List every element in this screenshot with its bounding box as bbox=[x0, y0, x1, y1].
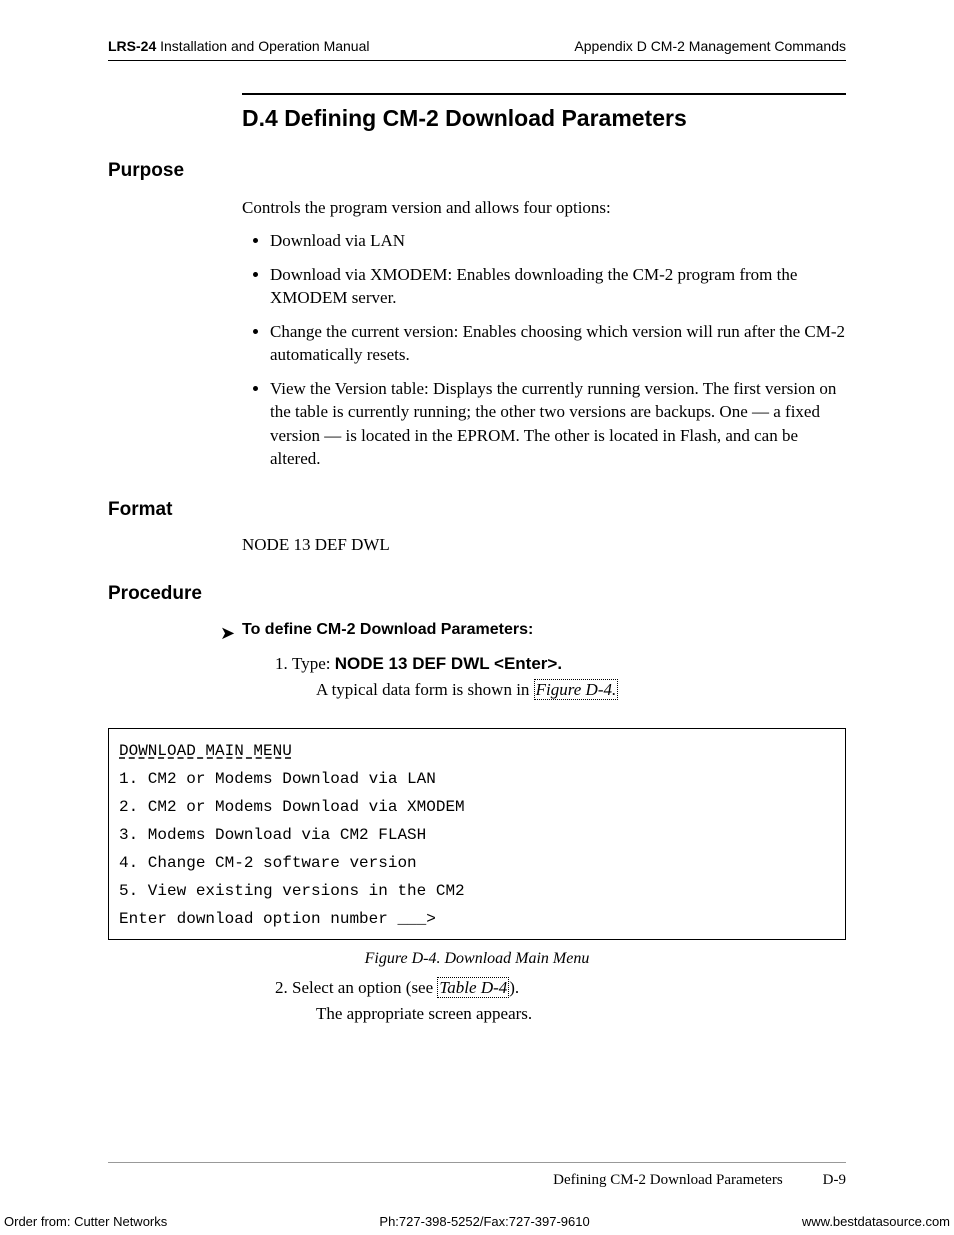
footer-phone: Ph:727-398-5252/Fax:727-397-9610 bbox=[379, 1214, 589, 1229]
list-item: View the Version table: Displays the cur… bbox=[270, 377, 846, 471]
list-item: Download via XMODEM: Enables downloading… bbox=[270, 263, 846, 310]
terminal-output: DOWNLOAD MAIN MENU 1. CM2 or Modems Down… bbox=[108, 728, 846, 940]
terminal-line: 1. CM2 or Modems Download via LAN bbox=[119, 770, 436, 788]
list-item: Download via LAN bbox=[270, 229, 846, 252]
terminal-line: 2. CM2 or Modems Download via XMODEM bbox=[119, 798, 465, 816]
header-left: LRS-24 Installation and Operation Manual bbox=[108, 38, 369, 54]
footer-running-head: Defining CM-2 Download Parameters bbox=[553, 1172, 783, 1189]
procedure-lead: To define CM-2 Download Parameters: bbox=[242, 621, 533, 645]
terminal-line: 4. Change CM-2 software version bbox=[119, 854, 417, 872]
purpose-intro: Controls the program version and allows … bbox=[242, 196, 846, 219]
step1-prefix: Type: bbox=[292, 654, 335, 673]
purpose-body: Controls the program version and allows … bbox=[242, 196, 846, 471]
procedure-heading: Procedure bbox=[108, 583, 846, 605]
terminal-line: Enter download option number ___> bbox=[119, 910, 436, 928]
step-1: Type: NODE 13 DEF DWL <Enter>. A typical… bbox=[292, 654, 846, 700]
section-number: D.4 bbox=[242, 105, 278, 131]
page-footer: Defining CM-2 Download Parameters D-9 bbox=[0, 1172, 954, 1189]
list-item: Change the current version: Enables choo… bbox=[270, 320, 846, 367]
step-2: Select an option (see Table D-4). The ap… bbox=[292, 978, 846, 1024]
footer-page-number: D-9 bbox=[823, 1172, 846, 1189]
section-name: Defining CM-2 Download Parameters bbox=[284, 105, 687, 131]
terminal-title: DOWNLOAD MAIN MENU bbox=[119, 742, 292, 760]
doc-code: LRS-24 bbox=[108, 38, 156, 54]
page-header: LRS-24 Installation and Operation Manual… bbox=[108, 38, 846, 61]
procedure-steps-cont: Select an option (see Table D-4). The ap… bbox=[268, 978, 846, 1024]
procedure-steps: Type: NODE 13 DEF DWL <Enter>. A typical… bbox=[268, 654, 846, 700]
step2-text-b: ). bbox=[509, 978, 519, 997]
purpose-heading: Purpose bbox=[108, 160, 846, 182]
step1-command: NODE 13 DEF DWL <Enter>. bbox=[335, 654, 562, 673]
footer-site: www.bestdatasource.com bbox=[802, 1214, 950, 1229]
step1-sub-text: A typical data form is shown in bbox=[316, 680, 534, 699]
doc-title: Installation and Operation Manual bbox=[156, 38, 369, 54]
section-rule bbox=[242, 93, 846, 95]
step2-text-a: Select an option (see bbox=[292, 978, 437, 997]
footer-rule bbox=[108, 1162, 846, 1163]
figure-ref-link[interactable]: Figure D-4. bbox=[534, 679, 619, 700]
company-footer: Order from: Cutter Networks Ph:727-398-5… bbox=[0, 1214, 954, 1229]
section-title: D.4 Defining CM-2 Download Parameters bbox=[242, 105, 846, 132]
header-right: Appendix D CM-2 Management Commands bbox=[574, 38, 846, 54]
table-ref-link[interactable]: Table D-4 bbox=[437, 977, 509, 998]
step2-sub: The appropriate screen appears. bbox=[316, 1004, 846, 1024]
step1-sub: A typical data form is shown in Figure D… bbox=[316, 680, 846, 700]
purpose-list: Download via LAN Download via XMODEM: En… bbox=[242, 229, 846, 470]
terminal-line: 3. Modems Download via CM2 FLASH bbox=[119, 826, 426, 844]
format-heading: Format bbox=[108, 499, 846, 521]
arrow-icon: ➤ bbox=[220, 621, 242, 645]
terminal-line: 5. View existing versions in the CM2 bbox=[119, 882, 465, 900]
footer-order: Order from: Cutter Networks bbox=[4, 1214, 167, 1229]
format-line: NODE 13 DEF DWL bbox=[242, 535, 846, 555]
procedure-lead-row: ➤ To define CM-2 Download Parameters: bbox=[220, 621, 846, 645]
figure-caption: Figure D-4. Download Main Menu bbox=[108, 950, 846, 968]
